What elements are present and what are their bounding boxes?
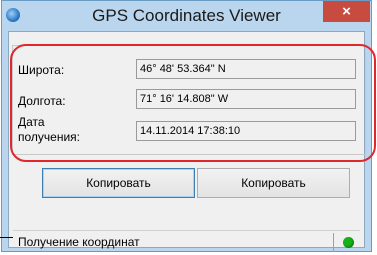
longitude-label: Долгота: bbox=[18, 94, 66, 108]
latitude-label: Широта: bbox=[18, 63, 65, 77]
date-label-line2: получения: bbox=[18, 130, 80, 144]
close-button[interactable]: × bbox=[323, 1, 370, 22]
latitude-field[interactable]: 46° 48' 53.364" N bbox=[136, 59, 356, 79]
date-label-line1: Дата bbox=[18, 115, 45, 129]
status-led-icon bbox=[343, 237, 354, 248]
app-window: GPS Coordinates Viewer × Широта: 46° 48'… bbox=[1, 0, 372, 252]
status-separator bbox=[333, 233, 334, 252]
title-bar[interactable]: GPS Coordinates Viewer × bbox=[2, 1, 371, 31]
copy-button-2[interactable]: Копировать bbox=[197, 168, 350, 198]
copy-button-1[interactable]: Копировать bbox=[42, 168, 195, 198]
date-field[interactable]: 14.11.2014 17:38:10 bbox=[136, 121, 356, 141]
close-icon: × bbox=[342, 3, 351, 20]
longitude-field[interactable]: 71° 16' 14.808" W bbox=[136, 89, 356, 109]
client-area: Широта: 46° 48' 53.364" N Долгота: 71° 1… bbox=[8, 31, 366, 252]
coordinates-group: Широта: 46° 48' 53.364" N Долгота: 71° 1… bbox=[12, 45, 366, 155]
window-title: GPS Coordinates Viewer bbox=[92, 6, 281, 25]
callout-line bbox=[0, 237, 13, 238]
status-text: Получение координат bbox=[18, 235, 140, 249]
status-bar: Получение координат bbox=[13, 230, 360, 254]
